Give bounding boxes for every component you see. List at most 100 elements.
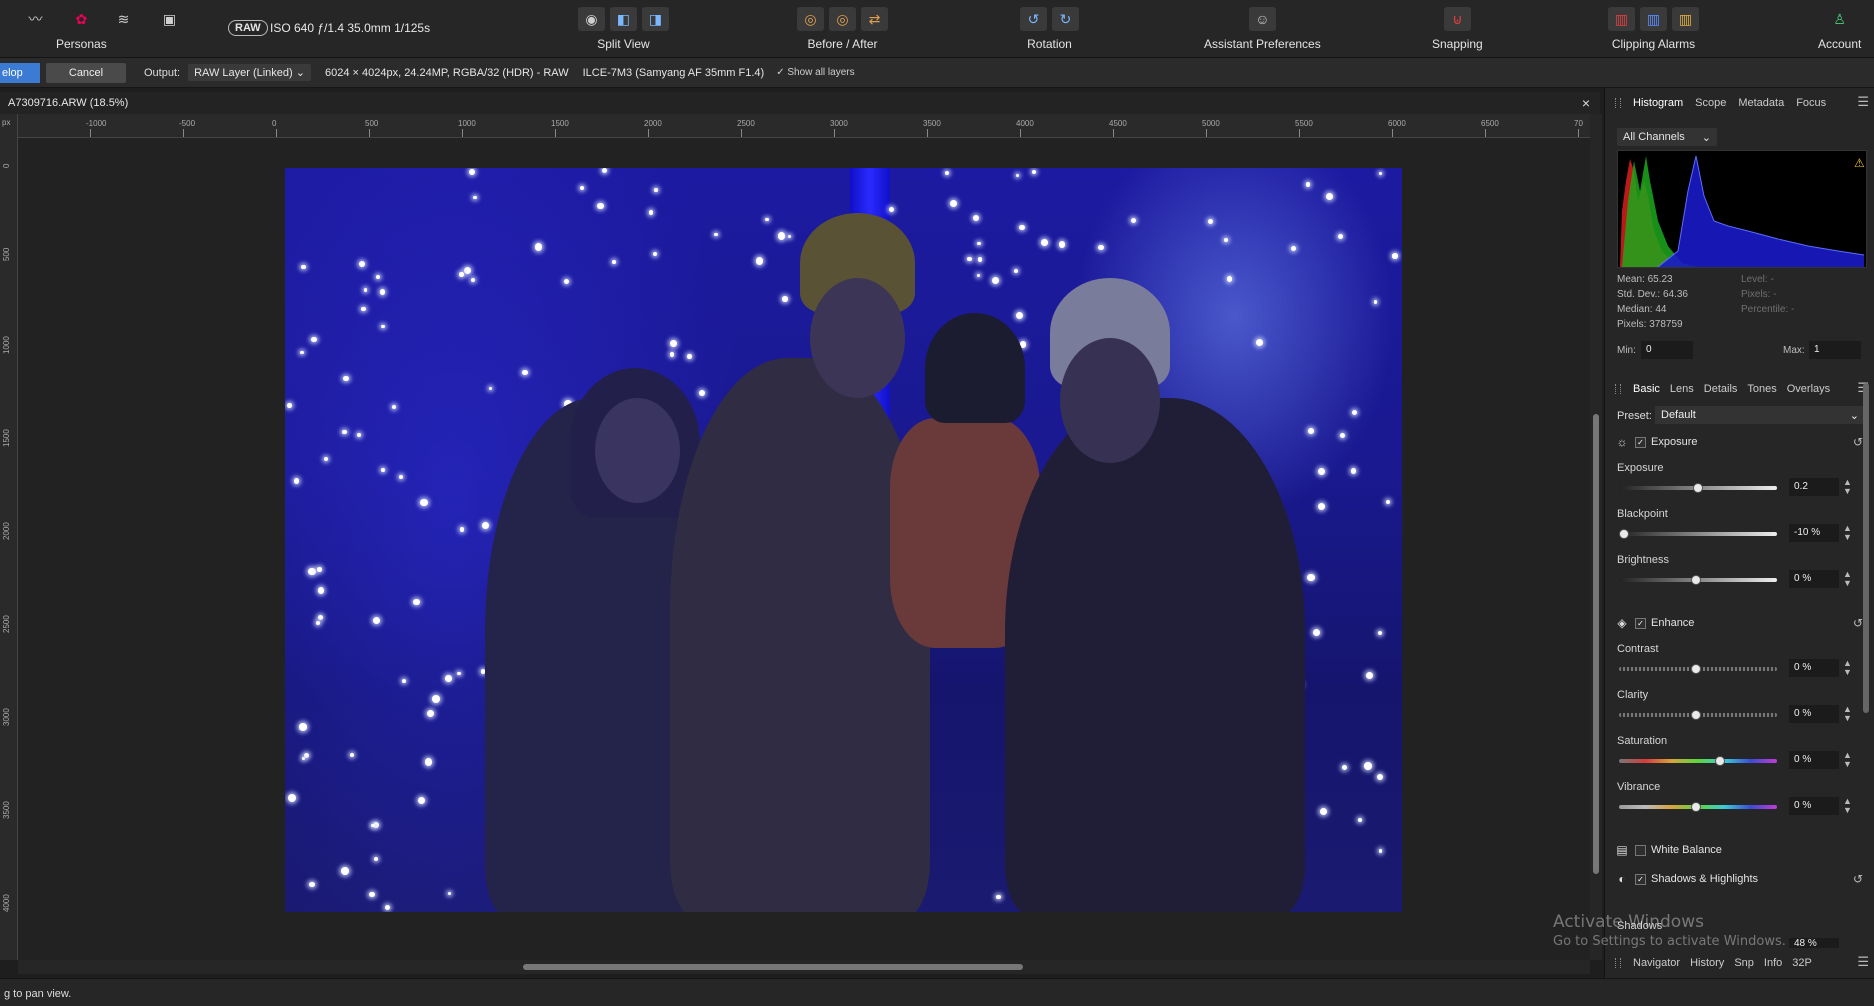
horizontal-scroll-thumb[interactable] xyxy=(523,964,1023,970)
preset-select[interactable]: Default ⌄ xyxy=(1655,406,1865,424)
exposure-section-header[interactable]: ☼ ✓ Exposure ↺ xyxy=(1615,431,1865,453)
account-button[interactable]: ♙ Account xyxy=(1818,6,1861,52)
brightness-value[interactable]: 0 % xyxy=(1789,570,1839,588)
tab-snapshots[interactable]: Snp xyxy=(1734,957,1754,969)
sun-icon: ☼ xyxy=(1616,435,1628,449)
warning-icon[interactable]: ⚠ xyxy=(1854,156,1865,170)
panel-scroll-thumb[interactable] xyxy=(1863,383,1869,713)
exposure-knob[interactable] xyxy=(1693,483,1703,493)
reset-icon[interactable]: ↺ xyxy=(1853,616,1863,630)
develop-persona-button[interactable]: 〰 xyxy=(22,6,49,32)
blackpoint-track[interactable] xyxy=(1619,532,1777,536)
clarity-knob[interactable] xyxy=(1691,710,1701,720)
shadows-value[interactable]: 48 % xyxy=(1789,938,1839,948)
max-field[interactable]: 1 xyxy=(1809,341,1861,359)
horizontal-scrollbar[interactable] xyxy=(18,960,1590,974)
cancel-button[interactable]: Cancel xyxy=(46,62,126,83)
clip-tones-icon[interactable]: ▥ xyxy=(1672,7,1699,31)
photo-canvas[interactable] xyxy=(285,168,1402,912)
tab-navigator[interactable]: Navigator xyxy=(1633,957,1680,969)
left-edge-tool[interactable]: ▏ xyxy=(0,6,8,32)
vibrance-value[interactable]: 0 % xyxy=(1789,797,1839,815)
tab-tones[interactable]: Tones xyxy=(1747,383,1776,395)
spinner-icon[interactable]: ▲ ▼ xyxy=(1843,478,1852,496)
snapping-button[interactable]: ⊍ Snapping xyxy=(1432,6,1483,51)
contrast-label: Contrast xyxy=(1617,643,1659,655)
spinner-icon[interactable]: ▲ ▼ xyxy=(1843,524,1852,542)
tab-lens[interactable]: Lens xyxy=(1670,383,1694,395)
blackpoint-value[interactable]: -10 % xyxy=(1789,524,1839,542)
tab-info[interactable]: Info xyxy=(1764,957,1782,969)
close-icon[interactable]: × xyxy=(1582,95,1590,111)
light-dot xyxy=(1308,428,1314,434)
contrast-knob[interactable] xyxy=(1691,664,1701,674)
panel-scrollbar[interactable] xyxy=(1863,373,1869,893)
tab-focus[interactable]: Focus xyxy=(1796,97,1826,109)
canvas-area[interactable] xyxy=(18,138,1590,960)
white-balance-checkbox[interactable] xyxy=(1635,844,1646,856)
develop-button[interactable]: elop xyxy=(0,62,40,83)
tab-details[interactable]: Details xyxy=(1704,383,1738,395)
spinner-icon[interactable]: ▲ ▼ xyxy=(1843,705,1852,723)
before-icon[interactable]: ◎ xyxy=(797,7,824,31)
shadows-highlights-section-header[interactable]: ◐ ✓ Shadows & Highlights ↺ xyxy=(1615,868,1865,890)
spinner-icon[interactable]: ▲ ▼ xyxy=(1843,570,1852,588)
document-tab[interactable]: A7309716.ARW (18.5%) × xyxy=(0,92,1600,114)
before-after-label: Before / After xyxy=(807,37,878,51)
white-balance-section-header[interactable]: ▤ White Balance xyxy=(1615,839,1865,861)
assistant-preferences-button[interactable]: ☺ Assistant Preferences xyxy=(1204,6,1321,51)
panel-grip-icon[interactable] xyxy=(1615,958,1621,968)
spinner-icon[interactable]: ▲ ▼ xyxy=(1843,751,1852,769)
tab-scope[interactable]: Scope xyxy=(1695,97,1726,109)
shadows-highlights-checkbox[interactable]: ✓ xyxy=(1635,873,1646,885)
tab-metadata[interactable]: Metadata xyxy=(1738,97,1784,109)
contrast-value[interactable]: 0 % xyxy=(1789,659,1839,677)
panel-menu-icon[interactable]: ☰ xyxy=(1857,954,1869,970)
clip-shadows-icon[interactable]: ▥ xyxy=(1640,7,1667,31)
after-icon[interactable]: ◎ xyxy=(829,7,856,31)
tab-histogram[interactable]: Histogram xyxy=(1633,97,1683,109)
rotate-left-icon[interactable]: ↺ xyxy=(1020,7,1047,31)
swap-icon[interactable]: ⇄ xyxy=(861,7,888,31)
clarity-value[interactable]: 0 % xyxy=(1789,705,1839,723)
show-all-layers-toggle[interactable]: ✓ Show all layers xyxy=(776,67,854,78)
split-mirror-icon[interactable]: ◨ xyxy=(642,7,669,31)
split-vertical-icon[interactable]: ◧ xyxy=(610,7,637,31)
spinner-icon[interactable]: ▲ ▼ xyxy=(1843,659,1852,677)
tab-basic[interactable]: Basic xyxy=(1633,383,1660,395)
tab-history[interactable]: History xyxy=(1690,957,1724,969)
exposure-value[interactable]: 0.2 xyxy=(1789,478,1839,496)
output-select[interactable]: RAW Layer (Linked) ⌄ xyxy=(188,64,311,81)
rotate-right-icon[interactable]: ↻ xyxy=(1052,7,1079,31)
tone-mapping-button[interactable]: ≋ xyxy=(110,6,137,32)
channel-select[interactable]: All Channels ⌄ xyxy=(1617,128,1717,146)
light-dot xyxy=(1338,234,1344,240)
reset-icon[interactable]: ↺ xyxy=(1853,872,1863,886)
panel-grip-icon[interactable] xyxy=(1615,98,1621,108)
export-persona-button[interactable]: ▣ xyxy=(156,6,183,32)
personas-button[interactable]: ✿ Personas xyxy=(56,6,107,52)
enhance-section-header[interactable]: ◈ ✓ Enhance ↺ xyxy=(1615,612,1865,634)
saturation-knob[interactable] xyxy=(1715,756,1725,766)
tab-overlays[interactable]: Overlays xyxy=(1787,383,1830,395)
reset-icon[interactable]: ↺ xyxy=(1853,435,1863,449)
brightness-knob[interactable] xyxy=(1691,575,1701,585)
panel-menu-icon[interactable]: ☰ xyxy=(1857,94,1869,110)
view-toggle-icon[interactable]: ◉ xyxy=(578,7,605,31)
enhance-checkbox[interactable]: ✓ xyxy=(1635,617,1646,629)
blackpoint-label: Blackpoint xyxy=(1617,508,1668,520)
blackpoint-knob[interactable] xyxy=(1619,529,1629,539)
shadows-highlights-label: Shadows & Highlights xyxy=(1651,873,1759,885)
min-field[interactable]: 0 xyxy=(1641,341,1693,359)
light-dot xyxy=(356,432,361,437)
vertical-scrollbar[interactable] xyxy=(1590,114,1602,960)
saturation-track[interactable] xyxy=(1619,759,1777,763)
spinner-icon[interactable]: ▲ ▼ xyxy=(1843,797,1852,815)
vertical-scroll-thumb[interactable] xyxy=(1593,414,1599,874)
vibrance-knob[interactable] xyxy=(1691,802,1701,812)
saturation-value[interactable]: 0 % xyxy=(1789,751,1839,769)
panel-grip-icon[interactable] xyxy=(1615,384,1621,394)
clip-highlights-icon[interactable]: ▥ xyxy=(1608,7,1635,31)
tab-32p[interactable]: 32P xyxy=(1792,957,1812,969)
exposure-checkbox[interactable]: ✓ xyxy=(1635,436,1646,448)
